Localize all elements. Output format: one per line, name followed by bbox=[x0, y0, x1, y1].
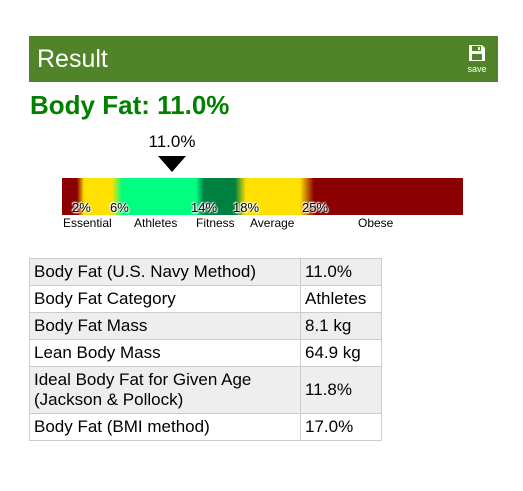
result-table: Body Fat (U.S. Navy Method) 11.0% Body F… bbox=[29, 258, 382, 441]
category-label-athletes: Athletes bbox=[134, 216, 178, 230]
body-fat-scale: 11.0% 2% 6% 14% 18% 25% Essential Athlet… bbox=[62, 130, 464, 240]
row-label: Body Fat Mass bbox=[29, 312, 301, 340]
row-label: Ideal Body Fat for Given Age (Jackson & … bbox=[29, 366, 301, 414]
row-value: 8.1 kg bbox=[300, 312, 382, 340]
row-value: Athletes bbox=[300, 285, 382, 313]
row-label: Body Fat Category bbox=[29, 285, 301, 313]
tick-label: 14% bbox=[191, 200, 218, 215]
result-header: Result save bbox=[29, 36, 498, 82]
row-label: Body Fat (U.S. Navy Method) bbox=[29, 258, 301, 286]
row-value: 11.8% bbox=[300, 366, 382, 414]
marker-value-label: 11.0% bbox=[148, 132, 196, 151]
category-label-average: Average bbox=[250, 216, 295, 230]
marker-arrow-icon bbox=[158, 156, 186, 172]
save-button[interactable]: save bbox=[464, 44, 490, 76]
tick-label: 2% bbox=[72, 200, 91, 215]
table-row: Lean Body Mass 64.9 kg bbox=[29, 339, 382, 367]
category-label-fitness: Fitness bbox=[196, 216, 235, 230]
result-title: Result bbox=[37, 45, 108, 73]
category-label-essential: Essential bbox=[63, 216, 112, 230]
table-row: Body Fat Mass 8.1 kg bbox=[29, 312, 382, 340]
save-label: save bbox=[467, 64, 487, 74]
row-label: Lean Body Mass bbox=[29, 339, 301, 367]
body-fat-headline: Body Fat: 11.0% bbox=[30, 90, 230, 120]
tick-label: 6% bbox=[110, 200, 129, 215]
floppy-disk-icon bbox=[469, 45, 485, 61]
row-value: 11.0% bbox=[300, 258, 382, 286]
result-panel: Result save Body Fat: 11.0% 11.0% 2% 6% … bbox=[0, 0, 523, 491]
table-row: Ideal Body Fat for Given Age (Jackson & … bbox=[29, 366, 382, 414]
row-value: 17.0% bbox=[300, 413, 382, 441]
table-row: Body Fat (BMI method) 17.0% bbox=[29, 413, 382, 441]
tick-label: 18% bbox=[233, 200, 260, 215]
category-label-obese: Obese bbox=[358, 216, 394, 230]
tick-label: 25% bbox=[302, 200, 329, 215]
row-label: Body Fat (BMI method) bbox=[29, 413, 301, 441]
table-row: Body Fat Category Athletes bbox=[29, 285, 382, 313]
table-row: Body Fat (U.S. Navy Method) 11.0% bbox=[29, 258, 382, 286]
row-value: 64.9 kg bbox=[300, 339, 382, 367]
